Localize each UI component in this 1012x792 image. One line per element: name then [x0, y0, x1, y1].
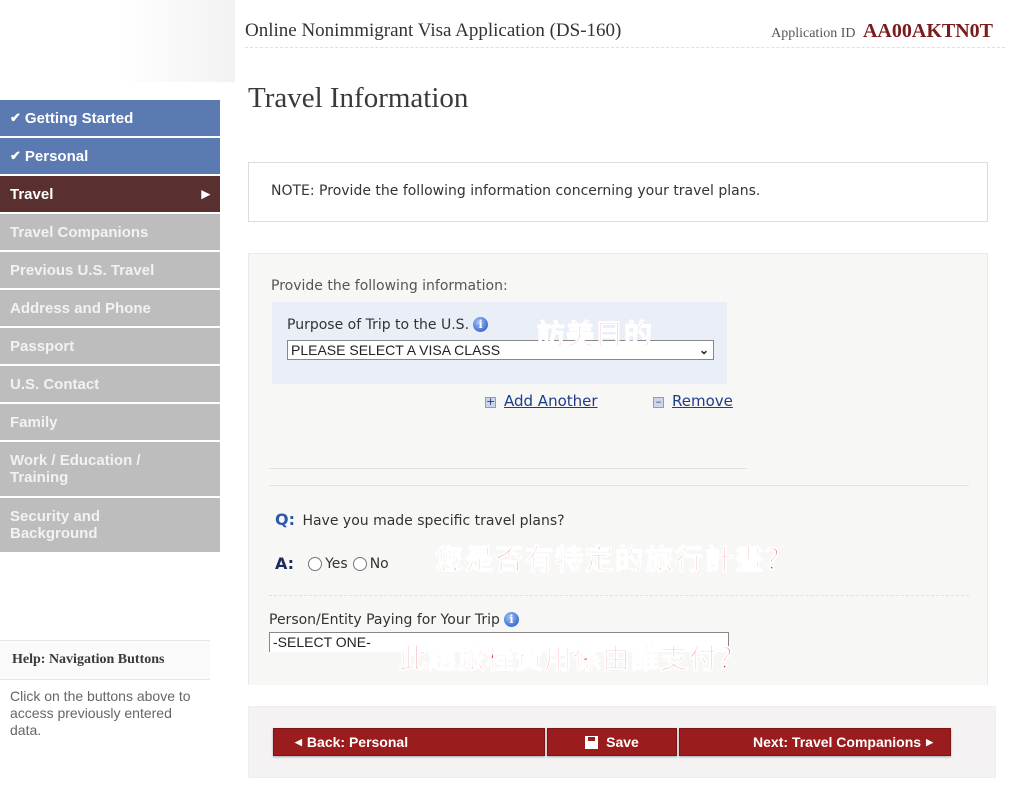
- note-text: NOTE: Provide the following information …: [271, 183, 761, 199]
- sidebar-item-label: Travel Companions: [10, 223, 149, 241]
- sidebar-item-family: Family: [0, 404, 220, 440]
- info-icon[interactable]: i: [503, 612, 519, 627]
- check-icon: ✔: [10, 110, 21, 125]
- help-text: Click on the buttons above to access pre…: [10, 688, 191, 738]
- back-button-label: Back: Personal: [306, 734, 409, 750]
- application-id-label: Application ID: [771, 26, 856, 41]
- page-title: Travel Information: [248, 82, 469, 114]
- divider: [269, 468, 747, 469]
- section-label: Provide the following information:: [271, 278, 508, 294]
- question-text: Have you made specific travel plans?: [302, 513, 565, 529]
- sidebar-item-label: Address and Phone: [10, 299, 151, 317]
- remove-link[interactable]: – Remove: [653, 392, 733, 410]
- no-radio[interactable]: [352, 556, 367, 571]
- note-box: NOTE: Provide the following information …: [248, 162, 988, 222]
- sidebar-item-security-and-background: Security and Background: [0, 498, 220, 552]
- no-radio-label[interactable]: No: [370, 556, 389, 572]
- application-id-value: AA00AKTN0T: [862, 20, 993, 42]
- arrow-right-icon: ▶: [926, 736, 933, 747]
- purpose-of-trip-group: Purpose of Trip to the U.S. i PLEASE SELE…: [272, 302, 727, 384]
- sidebar-item-label: Passport: [10, 337, 75, 355]
- check-icon: ✔: [10, 148, 21, 163]
- yes-radio-label[interactable]: Yes: [325, 556, 348, 572]
- save-button-label: Save: [606, 734, 639, 750]
- travel-plans-answer: A: Yes No: [275, 554, 394, 573]
- sidebar-item-label: U.S. Contact: [10, 375, 100, 393]
- sidebar-item-label: Work / Education / Training: [10, 452, 141, 486]
- sidebar-item-previous-us-travel: Previous U.S. Travel: [0, 252, 220, 288]
- sidebar-item-label: Personal: [24, 147, 89, 165]
- back-button[interactable]: ◀ Back: Personal: [273, 728, 545, 756]
- sidebar-item-travel[interactable]: Travel ▶: [0, 176, 220, 212]
- sidebar-item-label: Previous U.S. Travel: [10, 261, 155, 279]
- annotation-trip-payer: 此趟旅程費用係由誰支付？: [398, 642, 748, 676]
- sidebar-item-travel-companions: Travel Companions: [0, 214, 220, 250]
- divider: [269, 595, 969, 596]
- minus-icon: –: [653, 396, 664, 408]
- next-button-label: Next: Travel Companions: [753, 734, 922, 750]
- application-id: Application ID AA00AKTN0T: [771, 20, 993, 43]
- form-panel: Provide the following information: Purpo…: [248, 253, 988, 685]
- purpose-of-trip-selected: PLEASE SELECT A VISA CLASS: [291, 342, 501, 358]
- travel-plans-question: Q: Have you made specific travel plans?: [275, 510, 565, 529]
- answer-prefix: A:: [275, 554, 295, 573]
- chevron-down-icon: ⌄: [698, 343, 709, 357]
- sidebar-item-personal[interactable]: ✔ Personal: [0, 138, 220, 174]
- save-icon: [585, 735, 599, 749]
- sidebar-item-passport: Passport: [0, 328, 220, 364]
- next-button[interactable]: Next: Travel Companions ▶: [679, 728, 951, 756]
- yes-radio[interactable]: [308, 556, 323, 571]
- help-title: Help: Navigation Buttons: [0, 640, 210, 680]
- button-bar: ◀ Back: Personal Save Next: Travel Compa…: [248, 706, 996, 778]
- sidebar-item-address-and-phone: Address and Phone: [0, 290, 220, 326]
- sidebar-item-label: Getting Started: [24, 109, 134, 127]
- help-box: Help: Navigation Buttons Click on the bu…: [0, 640, 210, 747]
- sidebar-item-getting-started[interactable]: ✔ Getting Started: [0, 100, 220, 136]
- sidebar-nav: ✔ Getting Started ✔ Personal Travel ▶ Tr…: [0, 100, 220, 554]
- trip-payer-selected: -SELECT ONE-: [273, 634, 371, 650]
- arrow-right-icon: ▶: [201, 188, 210, 201]
- sidebar-item-work-education-training: Work / Education / Training: [0, 442, 220, 496]
- sidebar-item-label: Family: [10, 413, 58, 431]
- remove-label: Remove: [672, 392, 733, 410]
- sidebar-item-us-contact: U.S. Contact: [0, 366, 220, 402]
- question-prefix: Q:: [275, 510, 295, 529]
- sidebar-item-label: Travel: [10, 185, 54, 203]
- save-button[interactable]: Save: [547, 728, 677, 756]
- info-icon[interactable]: i: [473, 317, 489, 332]
- annotation-purpose: 訪美目的: [536, 318, 654, 352]
- trip-payer-label-text: Person/Entity Paying for Your Trip: [269, 612, 500, 628]
- app-title: Online Nonimmigrant Visa Application (DS…: [245, 20, 622, 41]
- purpose-of-trip-label-text: Purpose of Trip to the U.S.: [287, 317, 470, 333]
- annotation-travel-plans: 您是否有特定的旅行計畫？: [434, 543, 796, 577]
- sidebar-item-label: Security and Background: [10, 508, 101, 542]
- add-another-label: Add Another: [504, 392, 598, 410]
- divider: [269, 485, 969, 486]
- sidebar-header-shade: [118, 0, 235, 82]
- plus-icon: +: [485, 395, 496, 408]
- app-header: Online Nonimmigrant Visa Application (DS…: [245, 20, 1005, 48]
- purpose-of-trip-label: Purpose of Trip to the U.S. i: [287, 317, 489, 333]
- arrow-left-icon: ◀: [295, 736, 302, 747]
- trip-payer-label: Person/Entity Paying for Your Trip i: [269, 612, 519, 628]
- add-another-link[interactable]: + Add Another: [485, 392, 598, 410]
